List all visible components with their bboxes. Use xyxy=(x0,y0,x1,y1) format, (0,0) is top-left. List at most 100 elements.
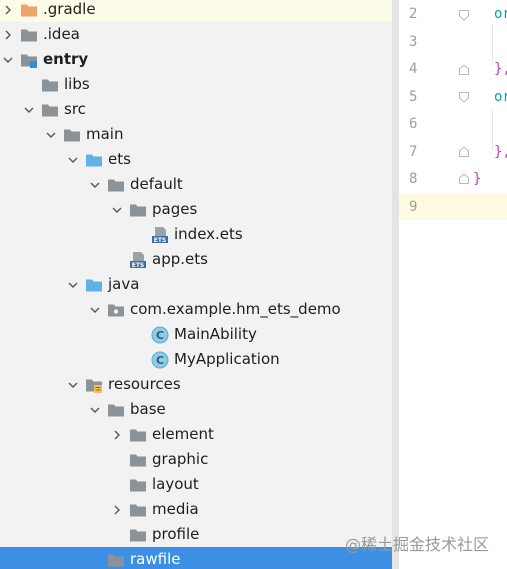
tree-item-myapplication[interactable]: C MyApplication xyxy=(0,347,392,372)
fold-close-icon[interactable] xyxy=(459,64,469,75)
chevron-down-icon[interactable] xyxy=(21,102,37,118)
tree-item-profile[interactable]: profile xyxy=(0,522,392,547)
tree-item-src[interactable]: src xyxy=(0,97,392,122)
tree-item-label: entry xyxy=(43,50,89,68)
chevron-down-icon[interactable] xyxy=(87,302,103,318)
tree-item-libs[interactable]: libs xyxy=(0,72,392,97)
tree-item-default[interactable]: default xyxy=(0,172,392,197)
folder-icon xyxy=(63,126,81,144)
fold-open-icon[interactable] xyxy=(459,10,469,21)
line-number: 2 xyxy=(409,6,418,22)
tree-item-label: src xyxy=(64,100,86,118)
tree-item-label: base xyxy=(130,400,166,418)
folder-icon xyxy=(129,526,147,544)
tree-item-label: com.example.hm_ets_demo xyxy=(130,300,341,318)
chevron-right-icon[interactable] xyxy=(109,427,125,443)
source-folder-icon xyxy=(85,151,103,169)
tree-item-element[interactable]: element xyxy=(0,422,392,447)
folder-icon xyxy=(129,476,147,494)
tree-item-com-example-hm-ets-demo[interactable]: com.example.hm_ets_demo xyxy=(0,297,392,322)
project-tree-panel: .gradle .idea entry libs src main ets default pa… xyxy=(0,0,392,569)
chevron-right-icon[interactable] xyxy=(109,502,125,518)
chevron-down-icon[interactable] xyxy=(43,127,59,143)
tree-item-graphic[interactable]: graphic xyxy=(0,447,392,472)
folder-icon xyxy=(41,76,59,94)
code-fragment-open-1: or xyxy=(494,6,507,22)
folder-icon xyxy=(107,551,125,569)
chevron-down-icon[interactable] xyxy=(65,277,81,293)
folder-icon xyxy=(129,501,147,519)
tree-item-idea[interactable]: .idea xyxy=(0,22,392,47)
tree-item-ets[interactable]: ets xyxy=(0,147,392,172)
fold-open-icon[interactable] xyxy=(459,92,469,103)
tree-item-entry[interactable]: entry xyxy=(0,47,392,72)
tree-item-resources[interactable]: resources xyxy=(0,372,392,397)
line-number: 3 xyxy=(409,33,418,50)
line-number: 8 xyxy=(409,171,418,187)
folder-icon xyxy=(107,401,125,419)
fold-close-icon[interactable] xyxy=(459,173,469,184)
line-number: 6 xyxy=(409,116,418,132)
line-number: 7 xyxy=(409,143,418,160)
chevron-down-icon[interactable] xyxy=(65,152,81,168)
tree-item-index-ets[interactable]: ETS index.ets xyxy=(0,222,392,247)
tree-item-label: media xyxy=(152,500,199,518)
source-folder-icon xyxy=(85,276,103,294)
tree-item-main[interactable]: main xyxy=(0,122,392,147)
tree-item-label: rawfile xyxy=(130,550,181,568)
folder-icon xyxy=(107,176,125,194)
tree-item-label: pages xyxy=(152,200,198,218)
line-number: 5 xyxy=(409,88,418,105)
tree-item-java[interactable]: java xyxy=(0,272,392,297)
tree-item-label: ets xyxy=(108,150,131,168)
tree-scrollbar[interactable] xyxy=(392,0,399,569)
resources-folder-icon xyxy=(85,376,103,394)
chevron-down-icon[interactable] xyxy=(87,402,103,418)
tree-item-app-ets[interactable]: ETS app.ets xyxy=(0,247,392,272)
tree-item-mainability[interactable]: C MainAbility xyxy=(0,322,392,347)
tree-item-rawfile[interactable]: rawfile xyxy=(0,547,392,569)
svg-text:ETS: ETS xyxy=(154,236,167,243)
tree-item-gradle[interactable]: .gradle xyxy=(0,0,392,22)
code-editor[interactable]: 2 3 4 5 6 7 8 9 or }, or }, } xyxy=(399,0,507,569)
tree-item-label: element xyxy=(152,425,214,443)
tree-item-layout[interactable]: layout xyxy=(0,472,392,497)
folder-icon xyxy=(129,451,147,469)
fold-close-icon[interactable] xyxy=(459,146,469,157)
tree-item-label: index.ets xyxy=(174,225,243,243)
tree-item-label: .idea xyxy=(43,25,80,43)
tree-item-label: graphic xyxy=(152,450,209,468)
svg-text:C: C xyxy=(156,354,164,367)
tree-item-media[interactable]: media xyxy=(0,497,392,522)
tree-item-label: resources xyxy=(108,375,181,393)
chevron-right-icon[interactable] xyxy=(0,2,16,18)
line-number: 9 xyxy=(409,198,418,215)
tree-item-label: .gradle xyxy=(43,0,96,18)
tree-item-label: app.ets xyxy=(152,250,208,268)
tree-item-label: default xyxy=(130,175,183,193)
chevron-down-icon[interactable] xyxy=(87,177,103,193)
chevron-down-icon[interactable] xyxy=(65,377,81,393)
folder-icon xyxy=(129,201,147,219)
tree-item-base[interactable]: base xyxy=(0,397,392,422)
folder-icon xyxy=(20,26,38,44)
ets-file-icon: ETS xyxy=(129,251,147,269)
svg-text:C: C xyxy=(156,329,164,342)
tree-item-label: main xyxy=(86,125,124,143)
chevron-right-icon[interactable] xyxy=(0,27,16,43)
code-fragment-close-1: }, xyxy=(494,61,507,77)
tree-item-pages[interactable]: pages xyxy=(0,197,392,222)
tree-item-label: MainAbility xyxy=(174,325,257,343)
folder-icon xyxy=(129,426,147,444)
chevron-down-icon[interactable] xyxy=(109,202,125,218)
indent-guide xyxy=(492,108,493,150)
chevron-down-icon[interactable] xyxy=(0,52,16,68)
class-icon: C xyxy=(151,351,169,369)
